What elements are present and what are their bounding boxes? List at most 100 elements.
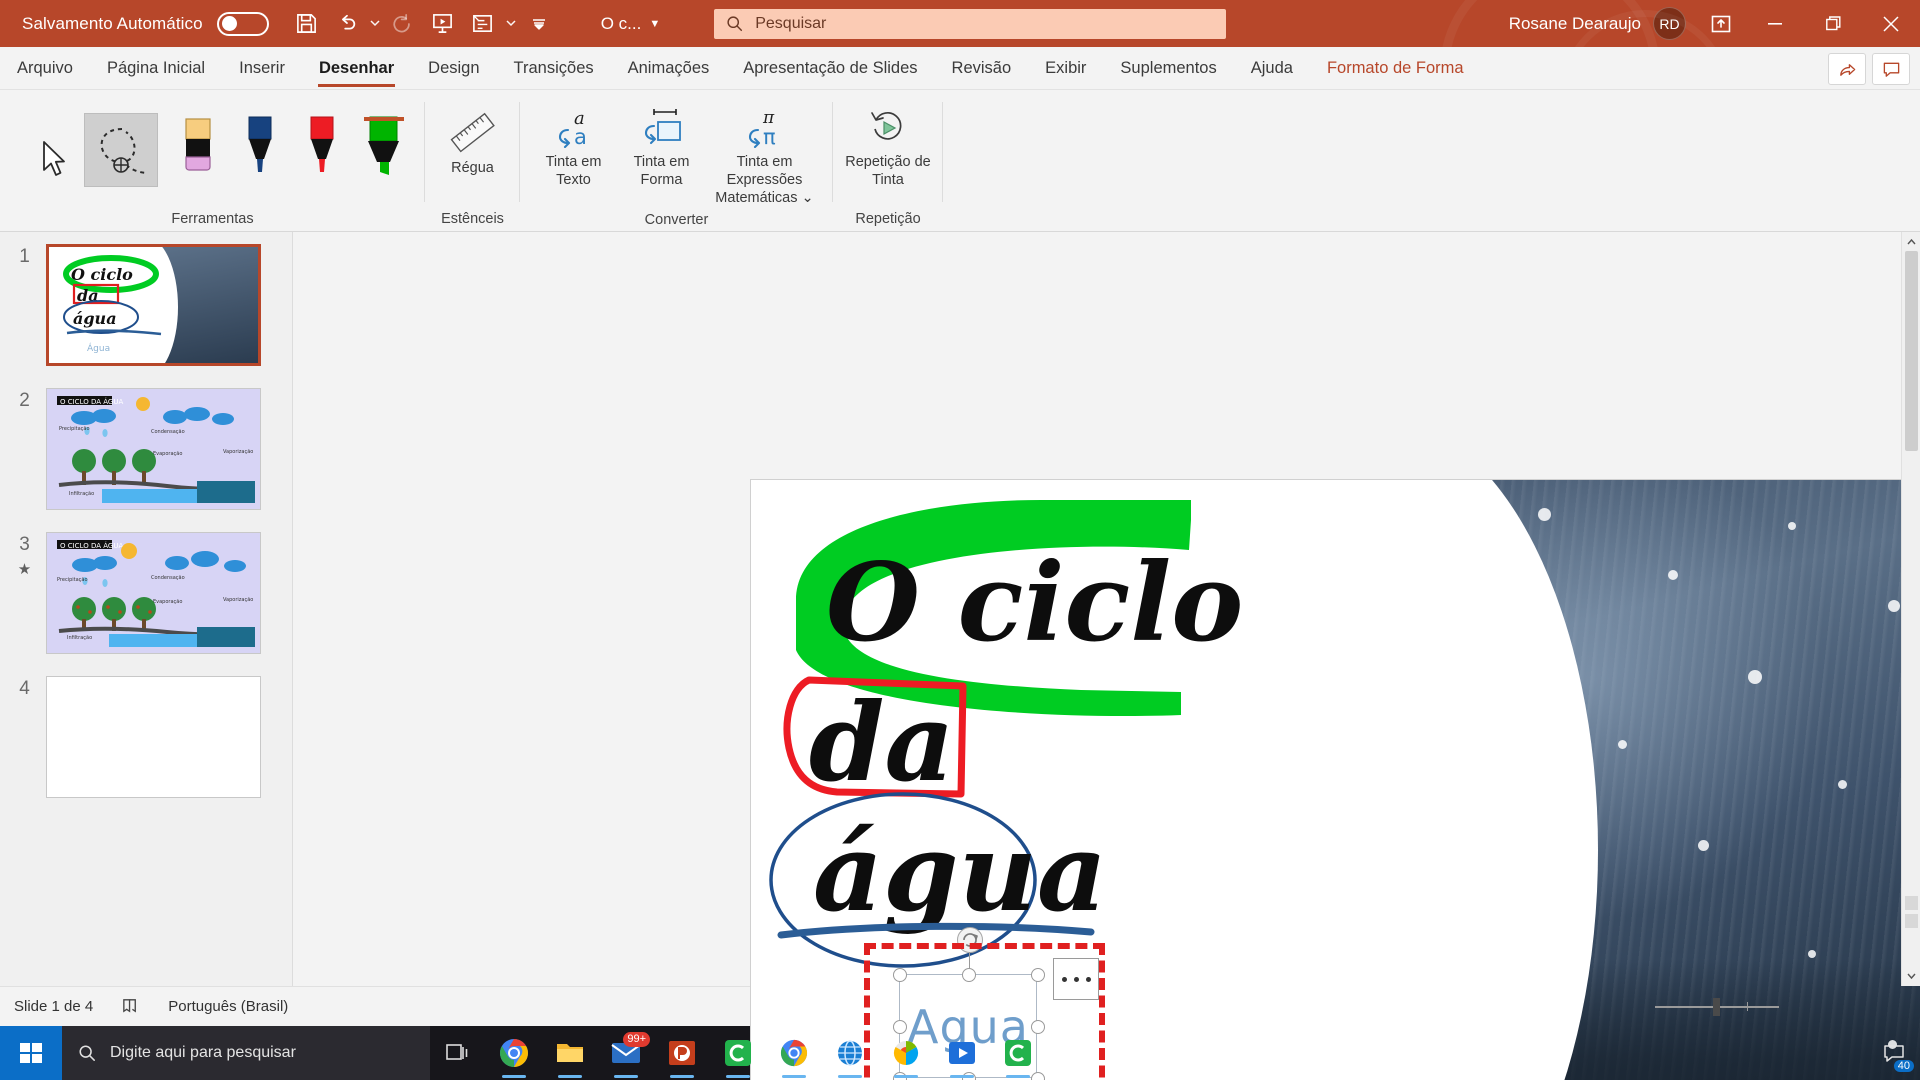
taskbar-app-green-c[interactable] [990,1026,1046,1080]
share-button[interactable] [1828,53,1866,85]
list-item[interactable]: 2 O CICLO DA ÁGUA Precipitação Condensaç… [0,388,292,510]
save-button[interactable] [287,4,327,44]
rain-photo[interactable]: Esta foto de Autor Desconhecido está lic… [1368,480,1920,1080]
highlighter-green-button[interactable] [356,116,412,182]
slide-counter[interactable]: Slide 1 de 4 [0,987,107,1027]
tab-exibir[interactable]: Exibir [1028,48,1103,89]
lasso-select-tool-button[interactable] [83,112,158,187]
resize-handle-top-right[interactable] [1031,968,1045,982]
close-button[interactable] [1862,0,1920,47]
scroll-up-button[interactable] [1902,232,1920,251]
action-center-button[interactable]: 40 [1872,1026,1916,1080]
slide-title-line-2: da [809,680,955,806]
start-presentation-button[interactable] [423,4,463,44]
thumbnail-number: 2 [19,390,30,411]
taskbar-app-globe[interactable] [822,1026,878,1080]
ink-to-shape-button[interactable]: Tinta em Forma [618,104,706,189]
slide-thumbnail-2[interactable]: O CICLO DA ÁGUA Precipitação Condensação… [46,388,261,510]
tab-ajuda[interactable]: Ajuda [1234,48,1310,89]
slide-editing-area[interactable]: Esta foto de Autor Desconhecido está lic… [293,232,1920,1080]
next-slide-button[interactable] [1905,914,1918,928]
taskbar-app-video[interactable] [934,1026,990,1080]
customize-quick-access-button[interactable] [519,4,559,44]
chevron-up-icon [1906,238,1916,245]
scroll-down-button[interactable] [1902,967,1920,986]
blue-globe-icon [838,1040,862,1066]
tab-desenhar[interactable]: Desenhar [302,48,411,89]
mail-badge: 99+ [623,1032,650,1048]
svg-text:Vaporização: Vaporização [223,449,253,455]
scrollbar-thumb[interactable] [1905,251,1918,451]
tab-pagina-inicial[interactable]: Página Inicial [90,48,222,89]
workspace: 1 O ciclo da água Água 2 O CICLO DA ÁGUA… [0,232,1920,1080]
slide-thumbnail-4[interactable] [46,676,261,798]
ink-replay-button[interactable]: Repetição de Tinta [844,104,932,189]
tab-suplementos[interactable]: Suplementos [1103,48,1233,89]
taskbar-app-chrome[interactable] [486,1026,542,1080]
task-view-button[interactable] [430,1026,486,1080]
tab-apresentacao-de-slides[interactable]: Apresentação de Slides [726,48,934,89]
slide-thumbnail-1[interactable]: O ciclo da água Água [46,244,261,366]
eraser-tool-button[interactable] [170,117,226,182]
spellcheck-icon [123,999,137,1013]
list-item[interactable]: 4 [0,676,292,798]
resize-handle-top-center[interactable] [962,968,976,982]
green-app-icon [725,1040,751,1066]
eraser-icon [184,117,211,171]
redo-icon [393,13,410,32]
tab-transicoes[interactable]: Transições [497,48,611,89]
tab-inserir[interactable]: Inserir [222,48,302,89]
start-button[interactable] [0,1026,62,1080]
redo-button[interactable] [383,4,423,44]
taskbar-app-mail[interactable]: 99+ [598,1026,654,1080]
select-tool-button[interactable] [26,121,82,182]
ribbon-group-ferramentas: Ferramentas [0,90,425,232]
slide-thumbnail-3[interactable]: O CICLO DA ÁGUA Precipitação Condensação… [46,532,261,654]
spellcheck-button[interactable] [107,987,154,1027]
undo-button[interactable] [327,4,367,44]
taskbar-app-green[interactable] [710,1026,766,1080]
tab-revisao[interactable]: Revisão [935,48,1029,89]
tab-formato-de-forma[interactable]: Formato de Forma [1310,48,1481,89]
minimize-button[interactable] [1746,0,1804,47]
taskbar-app-powerpoint[interactable] [654,1026,710,1080]
slide-thumbnail-1-ink: O ciclo da água Água [63,255,162,354]
pen-red-button[interactable] [294,116,350,182]
animation-star-icon: ★ [17,561,32,578]
tab-animacoes[interactable]: Animações [611,48,727,89]
language-indicator[interactable]: Português (Brasil) [154,987,302,1027]
document-title[interactable]: O c... ▼ [601,14,661,34]
restore-button[interactable] [1804,0,1862,47]
tab-design[interactable]: Design [411,48,496,89]
taskbar-app-file-explorer[interactable] [542,1026,598,1080]
zoom-slider-thumb[interactable] [1712,997,1720,1016]
ink-to-text-icon: a a [558,108,586,148]
previous-slide-button[interactable] [1905,896,1918,910]
list-item[interactable]: 3 ★ O CICLO DA ÁGUA Precipitação Condens… [0,532,292,654]
autosave-toggle[interactable] [216,11,269,36]
slide-thumbnail-panel[interactable]: 1 O ciclo da água Água 2 O CICLO DA ÁGUA… [0,232,293,986]
pen-blue-button[interactable] [232,116,288,182]
taskbar-app-chrome2[interactable] [766,1026,822,1080]
undo-dropdown-button[interactable] [367,4,383,44]
chevron-down-icon[interactable]: ⌄ [802,190,814,206]
new-slide-dropdown-button[interactable] [503,4,519,44]
ribbon-group-label-converter: Converter [644,211,709,228]
zoom-slider[interactable] [1654,997,1779,1016]
task-view-icon [446,1044,468,1060]
slide-canvas[interactable]: Esta foto de Autor Desconhecido está lic… [751,480,1920,1080]
ink-to-text-button[interactable]: a a Tinta em Texto [530,104,618,189]
ink-to-math-button[interactable]: π π Tinta em Expressões Matemáticas ⌄ [706,104,824,207]
list-item[interactable]: 1 O ciclo da água Água [0,244,292,366]
ruler-tool-button[interactable]: Régua [440,108,506,177]
resize-handle-top-left[interactable] [893,968,907,982]
taskbar-search[interactable]: Digite aqui para pesquisar [62,1026,430,1080]
search-box[interactable]: Pesquisar [714,8,1227,39]
taskbar-app-teams[interactable] [878,1026,934,1080]
tab-arquivo[interactable]: Arquivo [0,48,90,89]
slide-thumbnail-2-art: O CICLO DA ÁGUA Precipitação Condensação… [57,396,255,503]
new-slide-button[interactable] [463,4,503,44]
comments-button[interactable] [1872,53,1910,85]
canvas-vertical-scrollbar[interactable] [1901,232,1920,986]
more-options-button[interactable] [1053,958,1099,1000]
